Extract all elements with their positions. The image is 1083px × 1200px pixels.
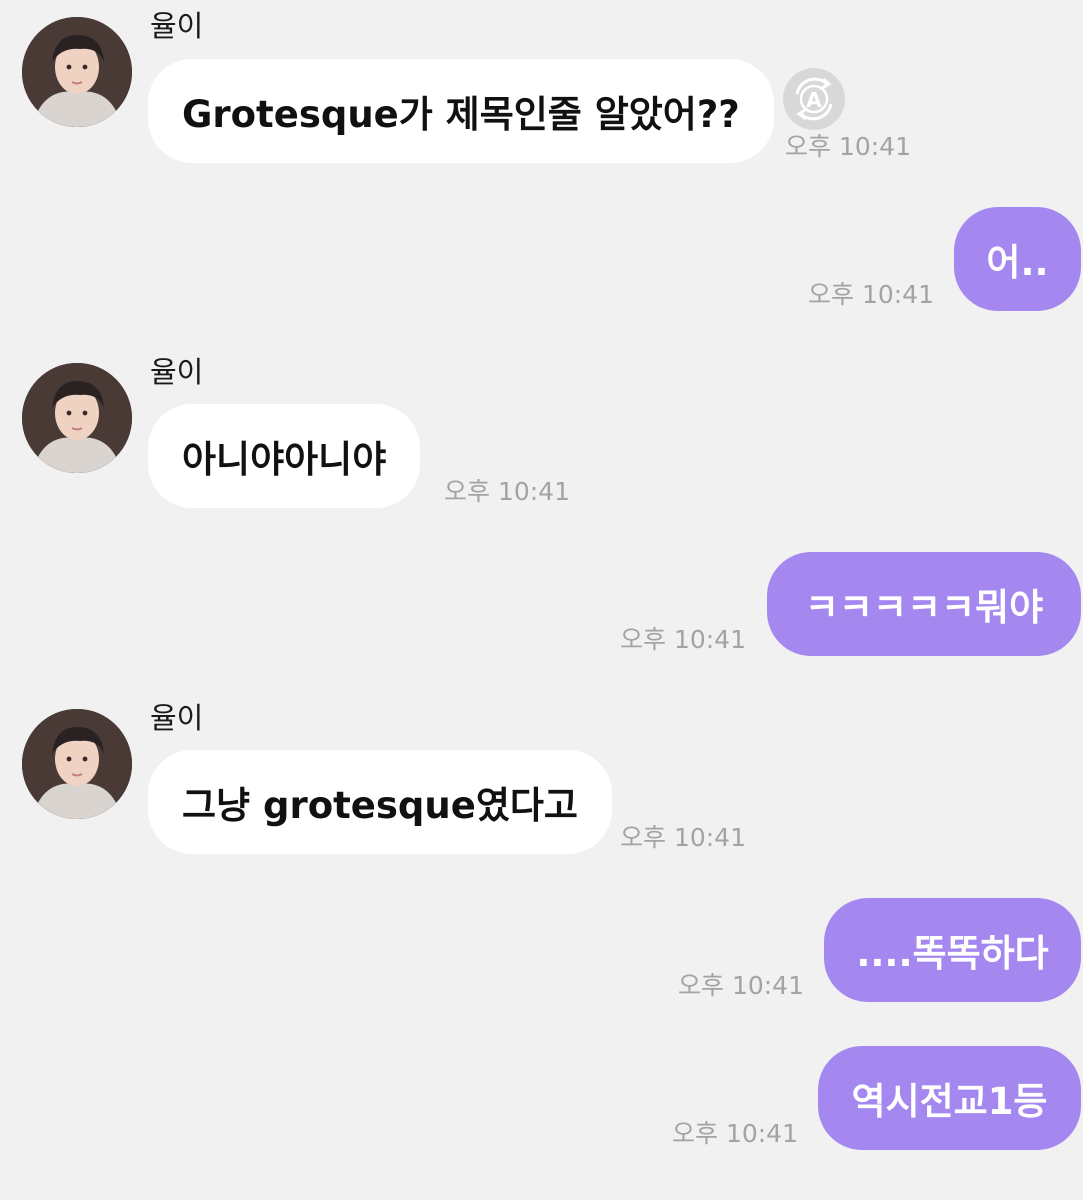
sender-name: 율이 — [150, 355, 204, 389]
message-time: 오후 10:41 — [808, 280, 934, 309]
auto-translate-icon: A — [795, 77, 833, 121]
message-bubble[interactable]: ....똑똑하다 — [824, 898, 1081, 1002]
message-bubble[interactable]: ㅋㅋㅋㅋㅋ뭐야 — [767, 552, 1081, 656]
message-time: 오후 10:41 — [444, 477, 570, 506]
message-time: 오후 10:41 — [785, 132, 911, 161]
message-bubble[interactable]: 그냥 grotesque였다고 — [148, 750, 612, 854]
sender-name: 율이 — [150, 701, 204, 735]
message-time: 오후 10:41 — [672, 1119, 798, 1148]
svg-text:A: A — [806, 88, 822, 112]
message-bubble[interactable]: 아니야아니야 — [148, 404, 421, 508]
message-time: 오후 10:41 — [620, 823, 746, 852]
sender-name: 율이 — [150, 9, 204, 43]
avatar[interactable] — [22, 709, 132, 819]
message-bubble[interactable]: Grotesque가 제목인줄 알았어?? — [148, 59, 774, 163]
message-bubble[interactable]: 어.. — [954, 207, 1081, 311]
translate-button[interactable]: A — [783, 68, 845, 130]
message-time: 오후 10:41 — [620, 625, 746, 654]
message-time: 오후 10:41 — [678, 971, 804, 1000]
message-bubble[interactable]: 역시전교1등 — [818, 1046, 1081, 1150]
avatar[interactable] — [22, 17, 132, 127]
avatar[interactable] — [22, 363, 132, 473]
